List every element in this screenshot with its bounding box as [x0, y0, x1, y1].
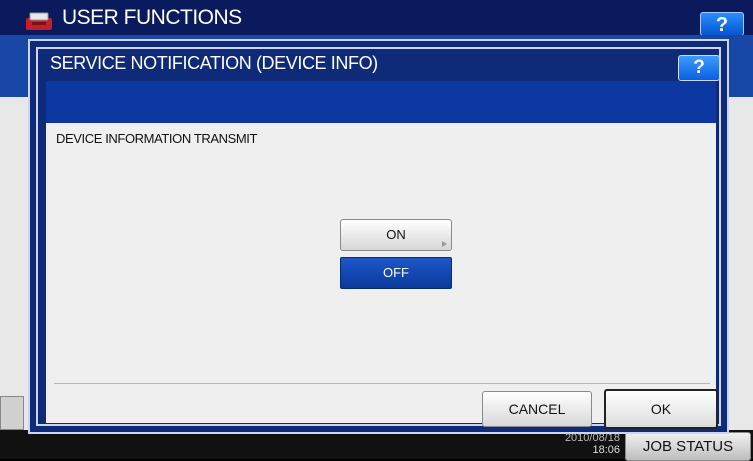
job-status-button[interactable]: JOB STATUS: [625, 432, 751, 461]
on-option-label: ON: [386, 227, 406, 242]
dialog-band: [46, 81, 716, 123]
app-title: USER FUNCTIONS: [62, 6, 242, 29]
dialog-content: DEVICE INFORMATION TRANSMIT ON OFF CANCE…: [46, 123, 718, 429]
device-info-transmit-label: DEVICE INFORMATION TRANSMIT: [56, 131, 258, 146]
on-option-button[interactable]: ON: [340, 219, 452, 251]
dialog-frame: SERVICE NOTIFICATION (DEVICE INFO) ? DEV…: [36, 47, 721, 429]
dialog-help-button[interactable]: ?: [678, 55, 720, 81]
off-option-button[interactable]: OFF: [340, 257, 452, 289]
off-option-label: OFF: [383, 265, 409, 280]
app-header: USER FUNCTIONS ?: [0, 0, 753, 36]
service-notification-dialog: SERVICE NOTIFICATION (DEVICE INFO) ? DEV…: [28, 39, 729, 434]
app-help-button[interactable]: ?: [700, 12, 744, 36]
ok-button[interactable]: OK: [604, 389, 718, 429]
status-time: 18:06: [592, 444, 620, 456]
divider: [54, 383, 710, 384]
status-datetime: 2010/08/18 18:06: [540, 430, 620, 459]
copier-icon: [26, 12, 52, 30]
arrow-right-icon: [442, 241, 447, 247]
dialog-title: SERVICE NOTIFICATION (DEVICE INFO): [50, 53, 378, 73]
question-mark-icon: ?: [693, 57, 705, 78]
cancel-button[interactable]: CANCEL: [482, 391, 592, 427]
question-mark-icon: ?: [715, 14, 729, 36]
app-side-tab[interactable]: [0, 396, 24, 430]
